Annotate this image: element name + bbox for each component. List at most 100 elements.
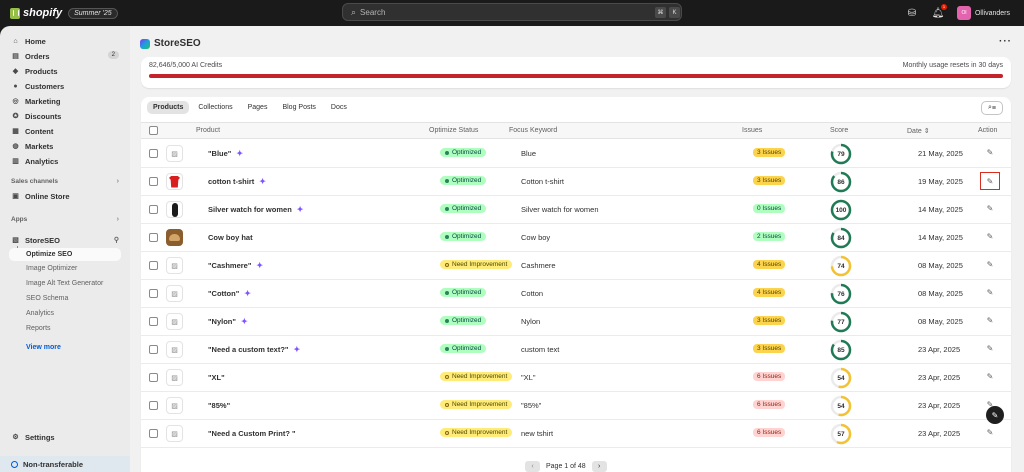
sidebar-item-customers[interactable]: ● Customers bbox=[11, 80, 121, 92]
issues-badge[interactable]: 4 Issues bbox=[753, 260, 786, 269]
ai-sparkle-icon[interactable]: ✦ bbox=[236, 149, 243, 158]
issues-badge[interactable]: 6 Issues bbox=[753, 428, 786, 437]
apps-chevron-icon[interactable]: › bbox=[117, 216, 119, 223]
edit-icon[interactable]: ✎ bbox=[984, 202, 996, 214]
table-row[interactable]: ▨ "Need a custom text?" ✦ Optimized custo… bbox=[141, 336, 1011, 364]
ai-sparkle-icon[interactable]: ✦ bbox=[259, 177, 266, 186]
issues-badge[interactable]: 3 Issues bbox=[753, 344, 786, 353]
product-name[interactable]: "Blue" ✦ bbox=[208, 149, 243, 158]
sidebar-subitem-seo-schema[interactable]: SEO Schema bbox=[26, 295, 68, 302]
product-name[interactable]: "Need a custom text?" ✦ bbox=[208, 345, 300, 354]
row-checkbox[interactable] bbox=[149, 317, 158, 326]
issues-badge[interactable]: 3 Issues bbox=[753, 316, 786, 325]
table-row[interactable]: ▨ "Nylon" ✦ Optimized Nylon 3 Issues 77 0… bbox=[141, 308, 1011, 336]
ai-sparkle-icon[interactable]: ✦ bbox=[293, 345, 300, 354]
sidebar-item-home[interactable]: ⌂ Home bbox=[11, 35, 121, 47]
issues-badge[interactable]: 6 Issues bbox=[753, 400, 786, 409]
search-input[interactable]: ⌕ Search ⌘ K bbox=[342, 3, 682, 21]
sidebar-subitem-analytics[interactable]: Analytics bbox=[26, 310, 54, 317]
edit-icon[interactable]: ✎ bbox=[984, 258, 996, 270]
edit-icon[interactable]: ✎ bbox=[984, 146, 996, 158]
row-checkbox[interactable] bbox=[149, 261, 158, 270]
table-row[interactable]: cotton t-shirt ✦ Optimized Cotton t-shirt… bbox=[141, 168, 1011, 196]
product-name[interactable]: "Cotton" ✦ bbox=[208, 289, 251, 298]
table-row[interactable]: ▨ "XL" Need Improvement "XL" 6 Issues 54… bbox=[141, 364, 1011, 392]
product-name[interactable]: Silver watch for women ✦ bbox=[208, 205, 303, 214]
sidebar-item-marketing[interactable]: ◎ Marketing bbox=[11, 95, 121, 107]
ai-sparkle-icon[interactable]: ✦ bbox=[256, 261, 263, 270]
sales-channels-chevron-icon[interactable]: › bbox=[117, 178, 119, 185]
sidebar-item-products[interactable]: ◆ Products bbox=[11, 65, 121, 77]
issues-badge[interactable]: 0 Issues bbox=[753, 204, 786, 213]
non-transferable-banner[interactable]: Non-transferable bbox=[0, 456, 130, 472]
sidebar-subitem-reports[interactable]: Reports bbox=[26, 325, 51, 332]
row-checkbox[interactable] bbox=[149, 205, 158, 214]
row-checkbox[interactable] bbox=[149, 289, 158, 298]
product-name[interactable]: "Need a Custom Print? " bbox=[208, 429, 296, 438]
tab-docs[interactable]: Docs bbox=[325, 101, 353, 114]
product-name[interactable]: Cow boy hat bbox=[208, 233, 253, 242]
sidebar-subitem-image-optimizer[interactable]: Image Optimizer bbox=[26, 265, 77, 272]
search-filter-button[interactable]: ⌕ ≡ bbox=[981, 101, 1003, 115]
sidebar-item-settings[interactable]: ⚙ Settings bbox=[11, 431, 121, 443]
view-more-link[interactable]: View more bbox=[26, 344, 61, 351]
product-name[interactable]: "XL" bbox=[208, 373, 225, 382]
select-all-checkbox[interactable] bbox=[149, 126, 158, 135]
edition-badge[interactable]: Summer '25 bbox=[68, 7, 118, 19]
ai-sparkle-icon[interactable]: ✦ bbox=[241, 317, 248, 326]
issues-badge[interactable]: 6 Issues bbox=[753, 372, 786, 381]
sidebar-item-online-store[interactable]: ▣ Online Store bbox=[11, 190, 121, 202]
issues-badge[interactable]: 3 Issues bbox=[753, 176, 786, 185]
issues-badge[interactable]: 3 Issues bbox=[753, 148, 786, 157]
product-name[interactable]: "Nylon" ✦ bbox=[208, 317, 248, 326]
table-row[interactable]: ▨ "85%" Need Improvement "85%" 6 Issues … bbox=[141, 392, 1011, 420]
tab-pages[interactable]: Pages bbox=[242, 101, 274, 114]
row-checkbox[interactable] bbox=[149, 429, 158, 438]
avatar[interactable]: Ol bbox=[956, 6, 971, 20]
sidebar-item-orders[interactable]: ▤ Orders 2 bbox=[11, 50, 121, 62]
ai-sparkle-icon[interactable]: ✦ bbox=[297, 205, 304, 214]
pin-icon[interactable]: ⚲ bbox=[114, 236, 119, 244]
row-checkbox[interactable] bbox=[149, 345, 158, 354]
row-checkbox[interactable] bbox=[149, 149, 158, 158]
edit-icon[interactable]: ✎ bbox=[984, 342, 996, 354]
tab-products[interactable]: Products bbox=[147, 101, 190, 114]
column-date[interactable]: Date ⇕ bbox=[907, 127, 930, 135]
sidebar-item-markets[interactable]: ◍ Markets bbox=[11, 140, 121, 152]
edit-icon[interactable]: ✎ bbox=[984, 426, 996, 438]
shopify-logo[interactable]: shopify bbox=[10, 7, 62, 19]
row-checkbox[interactable] bbox=[149, 233, 158, 242]
row-checkbox[interactable] bbox=[149, 177, 158, 186]
table-row[interactable]: ▨ "Cotton" ✦ Optimized Cotton 4 Issues 76… bbox=[141, 280, 1011, 308]
table-row[interactable]: ▨ "Blue" ✦ Optimized Blue 3 Issues 79 21 … bbox=[141, 140, 1011, 168]
product-name[interactable]: cotton t-shirt ✦ bbox=[208, 177, 266, 186]
table-row[interactable]: Cow boy hat Optimized Cow boy 2 Issues 8… bbox=[141, 224, 1011, 252]
sidebar-item-analytics[interactable]: ▥ Analytics bbox=[11, 155, 121, 167]
edit-icon[interactable]: ✎ bbox=[984, 230, 996, 242]
table-row[interactable]: ▨ "Cashmere" ✦ Need Improvement Cashmere … bbox=[141, 252, 1011, 280]
prev-page-button[interactable]: ‹ bbox=[525, 461, 540, 472]
edit-icon[interactable]: ✎ bbox=[984, 286, 996, 298]
tab-blog-posts[interactable]: Blog Posts bbox=[276, 101, 321, 114]
store-name[interactable]: Ollivanders bbox=[975, 10, 1010, 17]
issues-badge[interactable]: 4 Issues bbox=[753, 288, 786, 297]
table-row[interactable]: Silver watch for women ✦ Optimized Silver… bbox=[141, 196, 1011, 224]
sidebar-item-discounts[interactable]: ✪ Discounts bbox=[11, 110, 121, 122]
table-row[interactable]: ▨ "Need a Custom Print? " Need Improveme… bbox=[141, 420, 1011, 448]
sidebar-subitem-optimize-seo[interactable]: Optimize SEO bbox=[9, 248, 121, 261]
tab-collections[interactable]: Collections bbox=[192, 101, 238, 114]
sidebar-item-content[interactable]: ▦ Content bbox=[11, 125, 121, 137]
edit-icon[interactable]: ✎ bbox=[984, 370, 996, 382]
product-name[interactable]: "85%" bbox=[208, 401, 230, 410]
product-name[interactable]: "Cashmere" ✦ bbox=[208, 261, 263, 270]
sidebar-subitem-alt-text-generator[interactable]: Image Alt Text Generator bbox=[26, 280, 103, 287]
more-options-icon[interactable]: ··· bbox=[999, 36, 1012, 47]
store-switch-icon[interactable]: ⛁ bbox=[905, 6, 919, 20]
support-chat-button[interactable]: ✎ bbox=[986, 406, 1004, 424]
sidebar-item-storeseo[interactable]: ▧ StoreSEO ⚲ bbox=[11, 234, 121, 246]
edit-icon[interactable]: ✎ bbox=[980, 172, 1000, 190]
issues-badge[interactable]: 2 Issues bbox=[753, 232, 786, 241]
ai-sparkle-icon[interactable]: ✦ bbox=[244, 289, 251, 298]
bell-icon[interactable]: 🔔︎ 1 bbox=[931, 4, 947, 20]
next-page-button[interactable]: › bbox=[591, 461, 607, 472]
